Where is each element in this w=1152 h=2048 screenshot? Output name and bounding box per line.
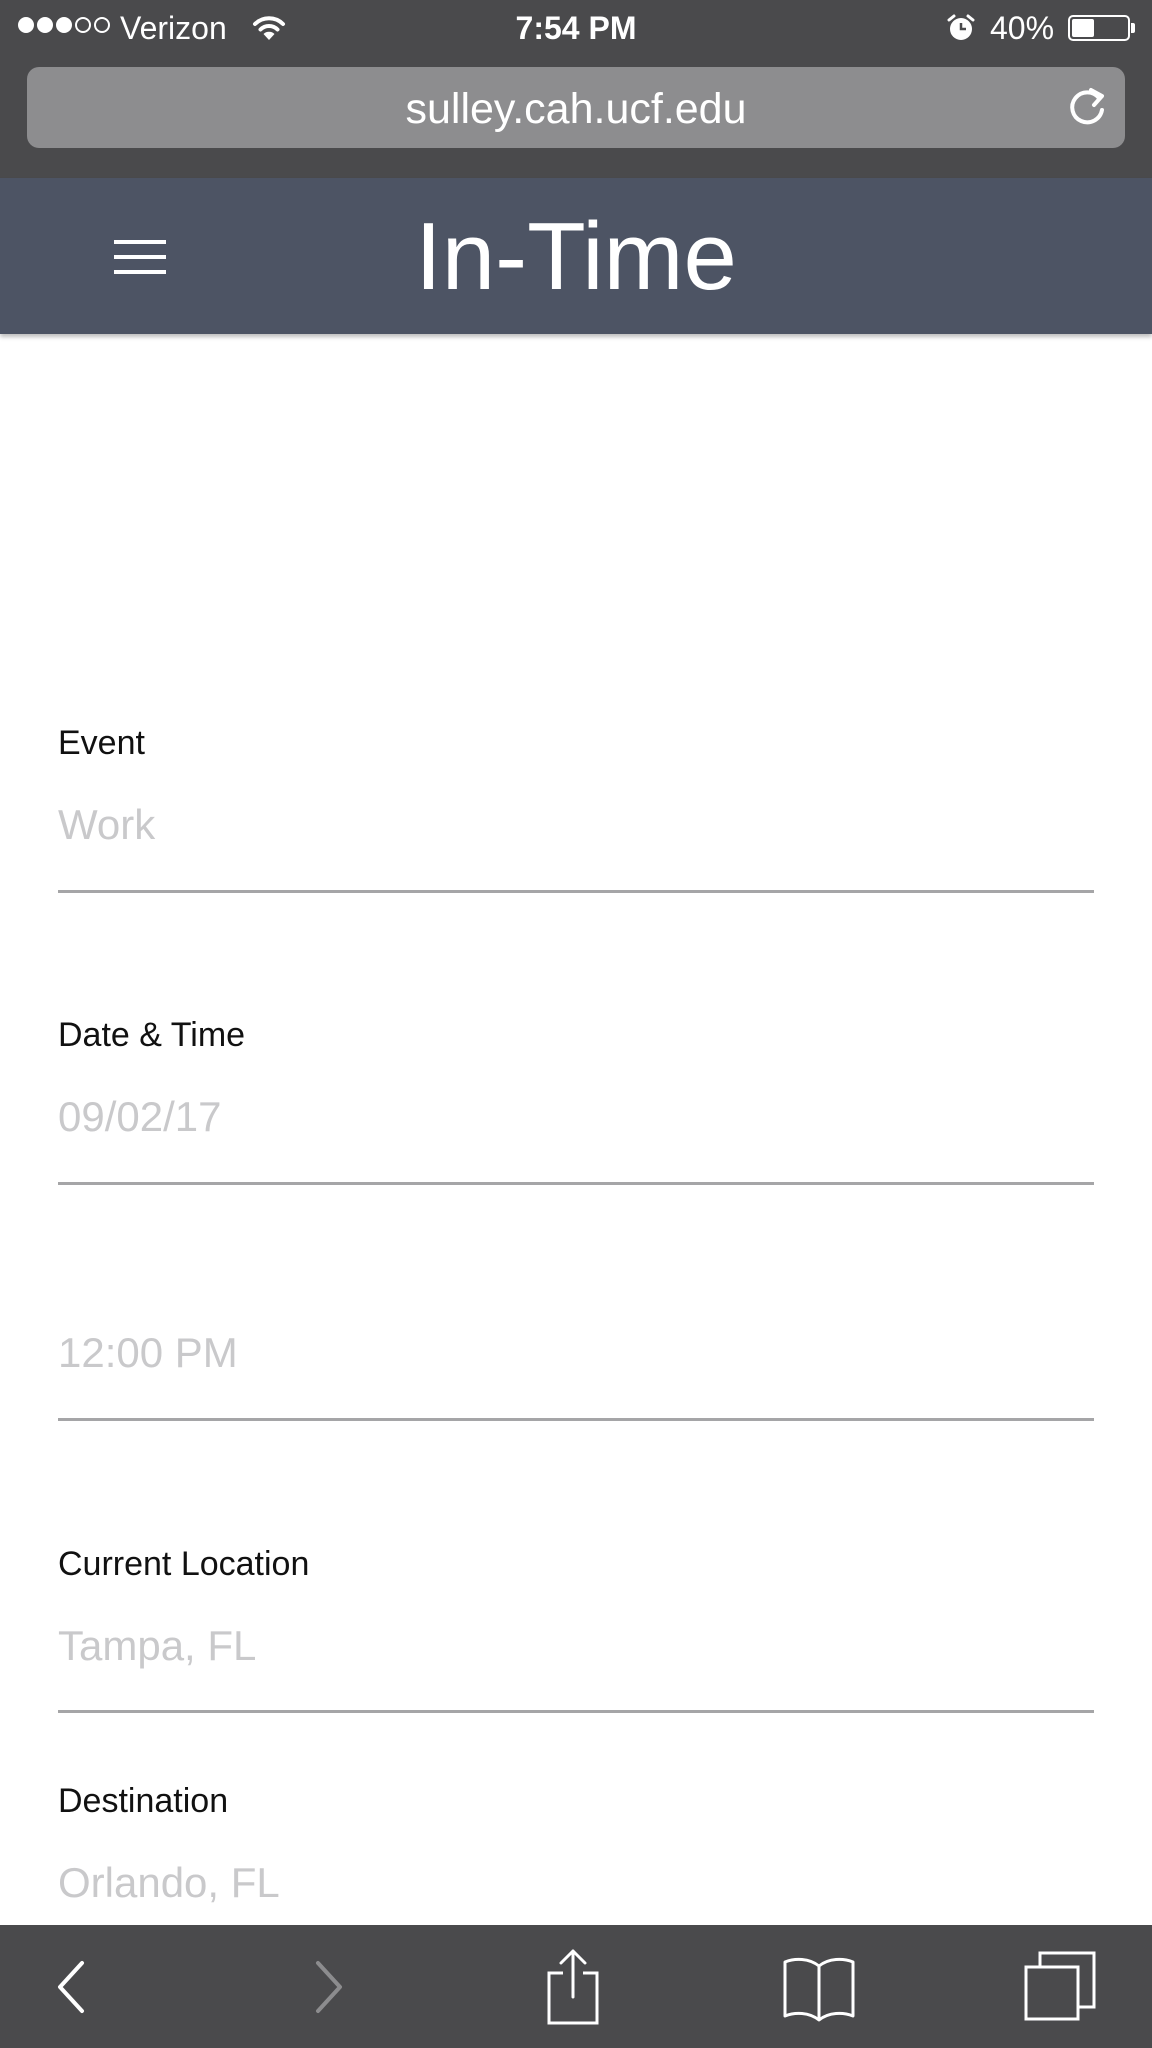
- battery-tip: [1131, 23, 1135, 33]
- tabs-icon[interactable]: [1010, 1925, 1110, 2048]
- event-underline: [58, 890, 1094, 893]
- browser-toolbar: [0, 1925, 1152, 2048]
- destination-input[interactable]: [58, 1854, 1094, 1912]
- address-bar[interactable]: sulley.cah.ucf.edu: [27, 67, 1125, 148]
- alarm-icon: [946, 13, 976, 48]
- date-input[interactable]: [58, 1088, 1094, 1146]
- date-time-label: Date & Time: [58, 1016, 246, 1054]
- browser-chrome: Verizon 7:54 PM 40% sulley.cah.ucf.edu: [0, 0, 1152, 178]
- bookmarks-icon[interactable]: [769, 1925, 869, 2048]
- app-header: In-Time: [0, 178, 1152, 334]
- current-location-underline: [58, 1710, 1094, 1713]
- battery-level: [1072, 19, 1094, 37]
- forward-icon[interactable]: [278, 1925, 378, 2048]
- time-input[interactable]: [58, 1324, 1094, 1382]
- status-time: 7:54 PM: [515, 10, 637, 46]
- status-bar: Verizon 7:54 PM 40%: [0, 0, 1152, 58]
- url-text[interactable]: sulley.cah.ucf.edu: [27, 85, 1125, 134]
- reload-icon[interactable]: [1065, 84, 1109, 135]
- page-title: In-Time: [415, 203, 737, 310]
- current-location-label: Current Location: [58, 1545, 310, 1583]
- battery-percent: 40%: [990, 10, 1055, 46]
- date-underline: [58, 1182, 1094, 1185]
- event-label: Event: [58, 724, 145, 762]
- time-underline: [58, 1418, 1094, 1421]
- share-icon[interactable]: [523, 1925, 623, 2048]
- destination-label: Destination: [58, 1782, 229, 1820]
- battery-icon: [1068, 15, 1130, 41]
- event-input[interactable]: [58, 796, 1094, 854]
- current-location-input[interactable]: [58, 1617, 1094, 1675]
- back-icon[interactable]: [22, 1925, 122, 2048]
